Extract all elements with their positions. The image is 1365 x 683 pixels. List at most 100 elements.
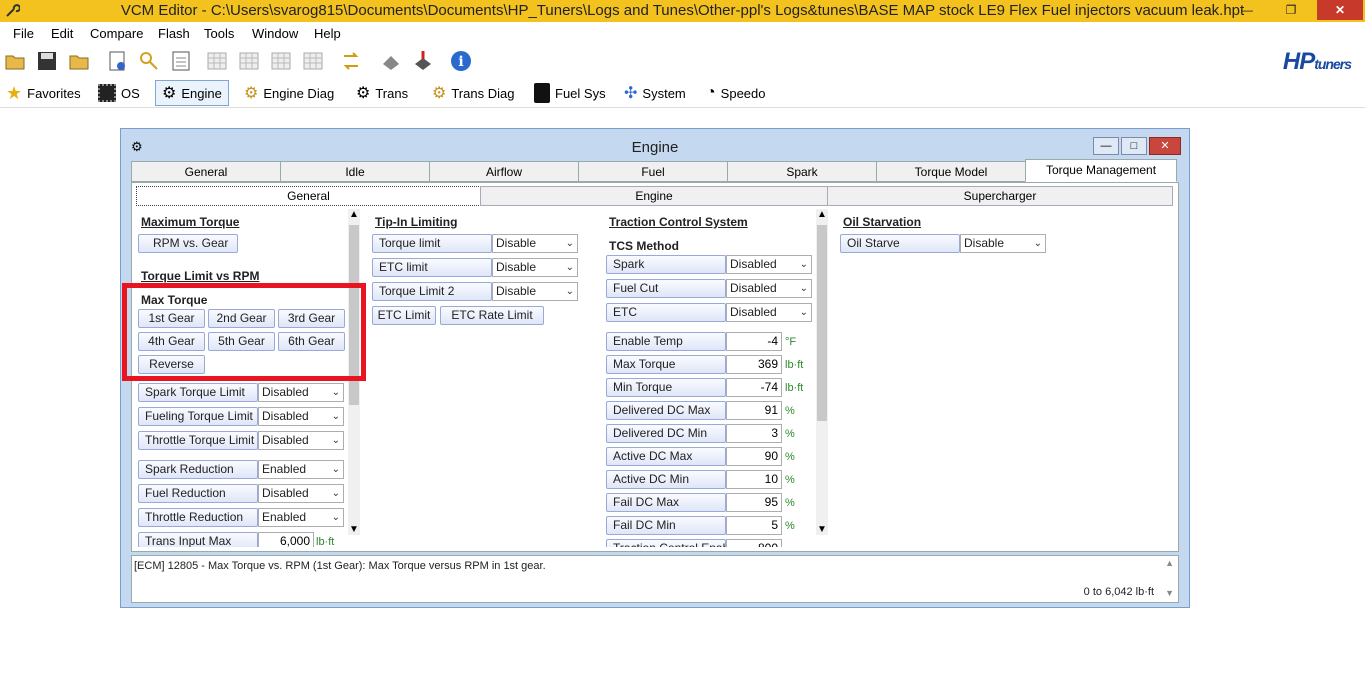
engine-minimize-button[interactable]: — bbox=[1093, 137, 1119, 155]
fan-icon: ✣ bbox=[624, 85, 638, 102]
engine-maximize-button[interactable]: □ bbox=[1121, 137, 1147, 155]
compare-icon[interactable] bbox=[340, 50, 362, 72]
scroll-thumb[interactable] bbox=[817, 225, 827, 421]
menu-window[interactable]: Window bbox=[252, 26, 298, 41]
menu-file[interactable]: File bbox=[13, 26, 34, 41]
nav-engine[interactable]: ⚙ Engine bbox=[155, 80, 229, 106]
scroll-up-icon[interactable]: ▲ bbox=[348, 209, 360, 220]
nav-system[interactable]: ✣ System bbox=[624, 80, 686, 106]
menu-compare[interactable]: Compare bbox=[90, 26, 143, 41]
tcs-value-input[interactable]: 5 bbox=[726, 516, 782, 535]
chevron-down-icon: ⌄ bbox=[799, 259, 808, 270]
tcs-value-input[interactable]: 91 bbox=[726, 401, 782, 420]
throttle-torque-limit-label: Throttle Torque Limit bbox=[138, 431, 258, 450]
etc-limit-label: ETC limit bbox=[372, 258, 492, 277]
tab-airflow[interactable]: Airflow bbox=[429, 161, 579, 182]
info-icon[interactable]: i bbox=[450, 50, 472, 72]
tab-general[interactable]: General bbox=[131, 161, 281, 182]
tcs-value-input[interactable]: 10 bbox=[726, 470, 782, 489]
nav-trans-diag[interactable]: ⚙ Trans Diag bbox=[432, 80, 514, 106]
engine-window-title: Engine bbox=[631, 139, 679, 156]
spark-reduction-select[interactable]: Enabled ⌄ bbox=[258, 460, 344, 479]
fuel-reduction-label: Fuel Reduction bbox=[138, 484, 258, 503]
subtab-supercharger[interactable]: Supercharger bbox=[827, 186, 1173, 206]
oil-starve-select[interactable]: Disable ⌄ bbox=[960, 234, 1046, 253]
tab-torque-management[interactable]: Torque Management bbox=[1025, 159, 1177, 182]
tab-torque-model[interactable]: Torque Model bbox=[876, 161, 1026, 182]
nav-favorites[interactable]: ★ Favorites bbox=[6, 80, 81, 106]
tcs-value-label: Fail DC Min bbox=[606, 516, 726, 535]
write-chip-icon[interactable] bbox=[412, 50, 434, 72]
rpm-vs-gear-button[interactable]: RPM vs. Gear bbox=[138, 234, 238, 253]
chevron-down-icon: ⌄ bbox=[331, 512, 340, 523]
tcs-value-input[interactable]: 3 bbox=[726, 424, 782, 443]
tab-idle[interactable]: Idle bbox=[280, 161, 430, 182]
tcs-fuel-cut-select[interactable]: Disabled ⌄ bbox=[726, 279, 812, 298]
tcs-value-input[interactable]: 95 bbox=[726, 493, 782, 512]
nav-trans[interactable]: ⚙ Trans bbox=[356, 80, 408, 106]
fuel-reduction-select[interactable]: Disabled ⌄ bbox=[258, 484, 344, 503]
spark-torque-limit-select[interactable]: Disabled ⌄ bbox=[258, 383, 344, 402]
menu-edit[interactable]: Edit bbox=[51, 26, 73, 41]
close-button[interactable]: ✕ bbox=[1317, 0, 1363, 20]
menu-help[interactable]: Help bbox=[314, 26, 341, 41]
menu-tools[interactable]: Tools bbox=[204, 26, 234, 41]
chevron-down-icon: ⌄ bbox=[565, 286, 574, 297]
minimize-button[interactable]: — bbox=[1233, 0, 1261, 20]
chevron-down-icon: ⌄ bbox=[565, 262, 574, 273]
restore-button[interactable]: ❐ bbox=[1277, 0, 1305, 20]
tcs-value-label: Max Torque bbox=[606, 355, 726, 374]
subtab-general[interactable]: General bbox=[136, 186, 481, 206]
engine-close-button[interactable]: ✕ bbox=[1149, 137, 1181, 155]
tcs-value-unit: % bbox=[785, 451, 795, 463]
read-chip-icon[interactable] bbox=[380, 50, 402, 72]
menu-flash[interactable]: Flash bbox=[158, 26, 190, 41]
key-icon[interactable] bbox=[138, 50, 160, 72]
status-scroll-up-icon[interactable]: ▲ bbox=[1165, 558, 1174, 568]
torque-limit-select[interactable]: Disable ⌄ bbox=[492, 234, 578, 253]
trans-input-max-value[interactable]: 6,000 bbox=[258, 532, 314, 547]
etc-limit-button[interactable]: ETC Limit bbox=[372, 306, 436, 325]
scroll-down-icon[interactable]: ▼ bbox=[816, 524, 828, 535]
subtab-engine[interactable]: Engine bbox=[480, 186, 828, 206]
etc-limit-select[interactable]: Disable ⌄ bbox=[492, 258, 578, 277]
tcs-value-unit: % bbox=[785, 497, 795, 509]
folder-icon[interactable] bbox=[68, 50, 90, 72]
tcs-value-input[interactable]: -4 bbox=[726, 332, 782, 351]
tab-spark[interactable]: Spark bbox=[727, 161, 877, 182]
svg-text:i: i bbox=[458, 54, 463, 70]
save-icon[interactable] bbox=[36, 50, 58, 72]
table-icon[interactable] bbox=[206, 50, 228, 72]
fueling-torque-limit-select[interactable]: Disabled ⌄ bbox=[258, 407, 344, 426]
nav-os[interactable]: OS bbox=[98, 80, 140, 106]
title-bar: VCM Editor - C:\Users\svarog815\Document… bbox=[0, 0, 1365, 22]
table-icon[interactable] bbox=[302, 50, 324, 72]
etc-rate-limit-button[interactable]: ETC Rate Limit bbox=[440, 306, 544, 325]
spark-reduction-label: Spark Reduction bbox=[138, 460, 258, 479]
tab-fuel[interactable]: Fuel bbox=[578, 161, 728, 182]
table-icon[interactable] bbox=[238, 50, 260, 72]
tcs-value-input[interactable]: 90 bbox=[726, 447, 782, 466]
scroll-up-icon[interactable]: ▲ bbox=[816, 209, 828, 220]
scroll-down-icon[interactable]: ▼ bbox=[348, 524, 360, 535]
open-folder-icon[interactable] bbox=[4, 50, 26, 72]
tcs-value-unit: % bbox=[785, 520, 795, 532]
tcs-value-input[interactable]: -74 bbox=[726, 378, 782, 397]
nav-fuel-sys[interactable]: Fuel Sys bbox=[534, 80, 606, 106]
highlight-box bbox=[122, 283, 366, 381]
fueling-torque-limit-label: Fueling Torque Limit bbox=[138, 407, 258, 426]
throttle-reduction-select[interactable]: Enabled ⌄ bbox=[258, 508, 344, 527]
status-scroll-down-icon[interactable]: ▼ bbox=[1165, 588, 1174, 598]
torque-limit-2-select[interactable]: Disable ⌄ bbox=[492, 282, 578, 301]
tcs-spark-select[interactable]: Disabled ⌄ bbox=[726, 255, 812, 274]
tcs-value-input[interactable]: 800 bbox=[726, 539, 782, 547]
table-icon[interactable] bbox=[270, 50, 292, 72]
nav-engine-diag[interactable]: ⚙ Engine Diag bbox=[244, 80, 334, 106]
column3-scrollbar[interactable]: ▲ ▼ bbox=[816, 209, 828, 535]
throttle-torque-limit-select[interactable]: Disabled ⌄ bbox=[258, 431, 344, 450]
nav-speedo[interactable]: ◔ Speedo bbox=[706, 80, 766, 106]
checklist-icon[interactable] bbox=[170, 50, 192, 72]
tcs-etc-select[interactable]: Disabled ⌄ bbox=[726, 303, 812, 322]
document-info-icon[interactable] bbox=[106, 50, 128, 72]
tcs-value-input[interactable]: 369 bbox=[726, 355, 782, 374]
